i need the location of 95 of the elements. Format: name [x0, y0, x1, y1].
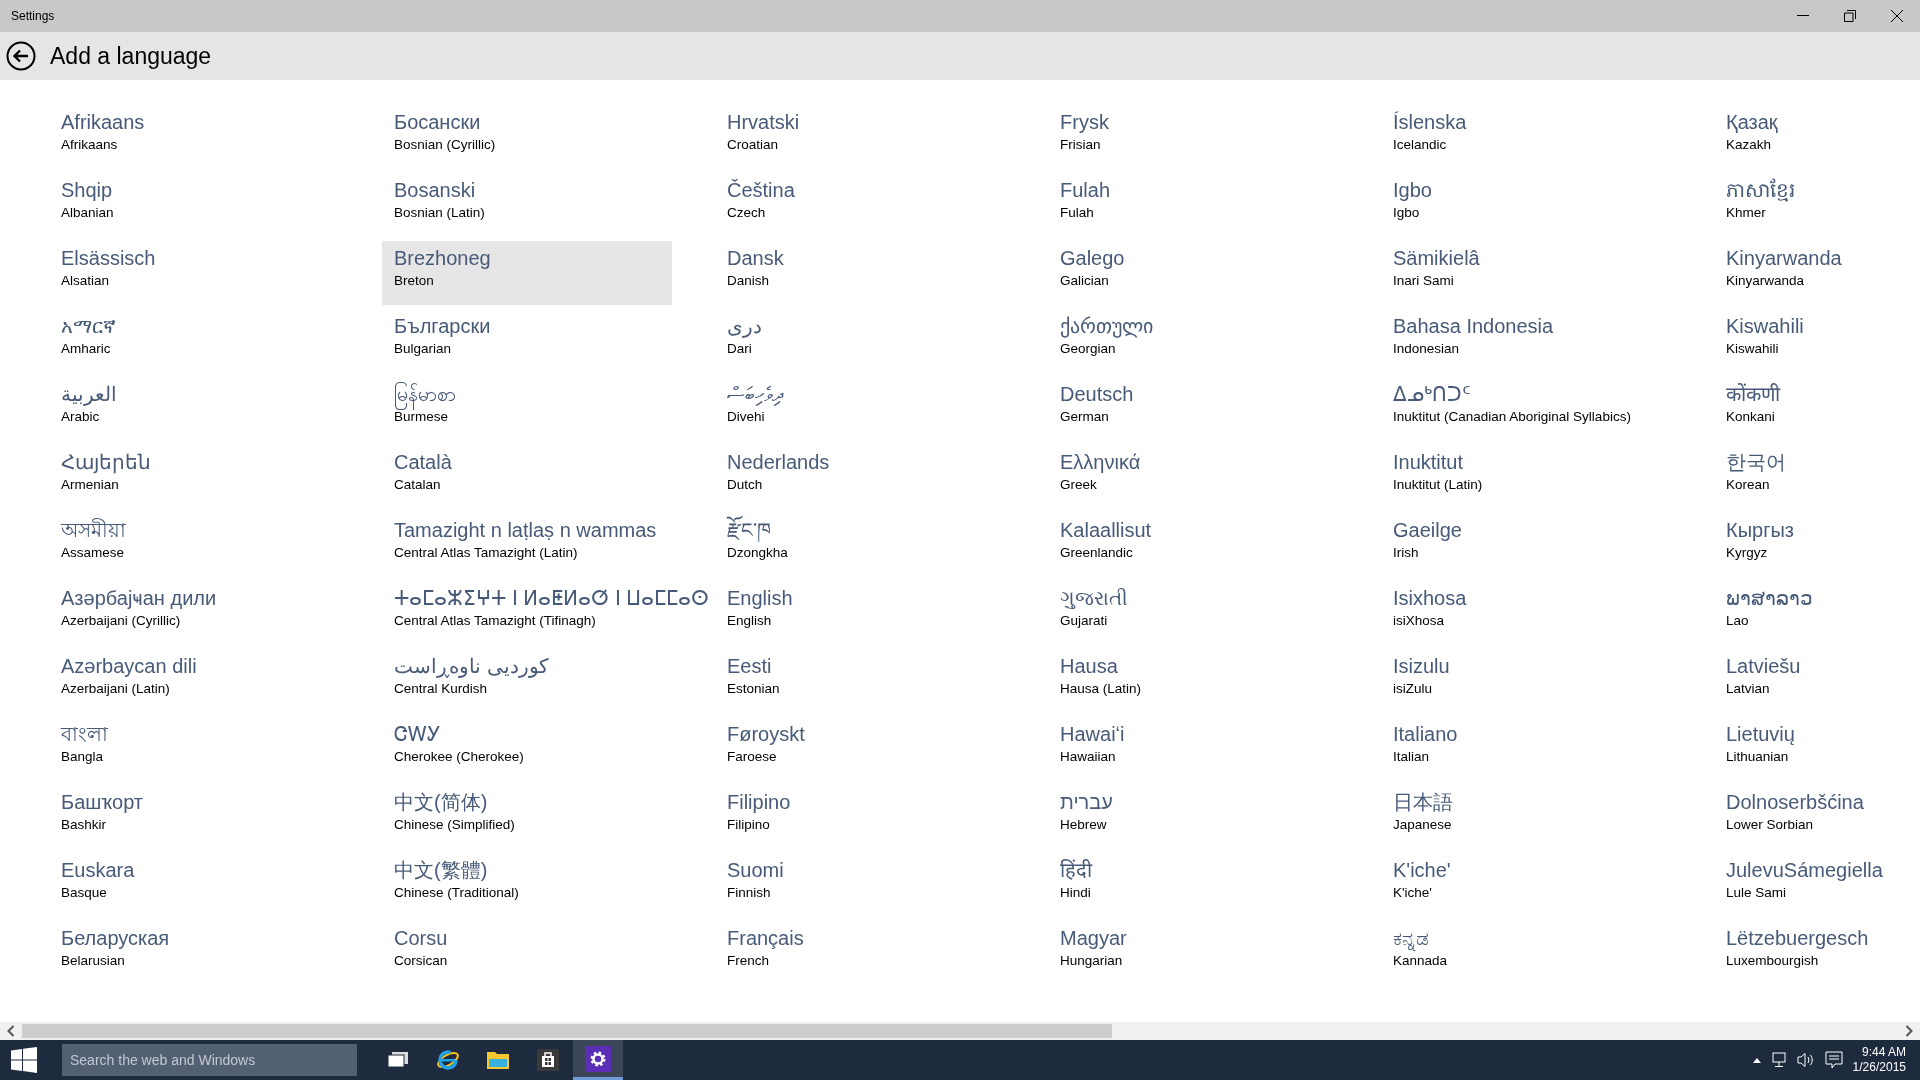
date-text: 1/26/2015	[1852, 1060, 1906, 1075]
language-item[interactable]: ಕನ್ನಡ Kannada	[1381, 921, 1671, 985]
chevron-right-icon	[1905, 1025, 1913, 1037]
language-item[interactable]: Български Bulgarian	[382, 309, 672, 373]
language-item[interactable]: Elsässisch Alsatian	[49, 241, 339, 305]
time-text: 9:44 AM	[1861, 1045, 1906, 1060]
network-icon[interactable]	[1770, 1052, 1787, 1068]
scrollbar-thumb[interactable]	[22, 1024, 1112, 1038]
language-item[interactable]: Ελληνικά Greek	[1048, 445, 1338, 509]
language-item[interactable]: Brezhoneg Breton	[382, 241, 672, 305]
language-item[interactable]: Nederlands Dutch	[715, 445, 1005, 509]
language-item[interactable]: 中文(简体) Chinese (Simplified)	[382, 785, 672, 849]
language-item[interactable]: རྫོང་ཁ Dzongkha	[715, 513, 1005, 577]
language-item[interactable]: Latviešu Latvian	[1714, 649, 1920, 713]
language-item[interactable]: Čeština Czech	[715, 173, 1005, 237]
language-item[interactable]: Gaeilge Irish	[1381, 513, 1671, 577]
language-item[interactable]: বাংলা Bangla	[49, 717, 339, 781]
windows-logo-icon	[11, 1047, 37, 1073]
restore-icon	[1843, 10, 1856, 22]
close-icon	[1890, 10, 1903, 22]
language-item[interactable]: ᐃᓄᒃᑎᑐᑦ Inuktitut (Canadian Aboriginal Syllabics)	[1381, 377, 1671, 441]
language-item[interactable]: Français French	[715, 921, 1005, 985]
language-item[interactable]: 中文(繁體) Chinese (Traditional)	[382, 853, 672, 917]
language-item[interactable]: Isizulu isiZulu	[1381, 649, 1671, 713]
language-item[interactable]: Azərbaycan dili Azerbaijani (Latin)	[49, 649, 339, 713]
language-item[interactable]: Galego Galician	[1048, 241, 1338, 305]
language-item[interactable]: Italiano Italian	[1381, 717, 1671, 781]
language-item[interactable]: Kinyarwanda Kinyarwanda	[1714, 241, 1920, 305]
language-item[interactable]: Dansk Danish	[715, 241, 1005, 305]
language-item[interactable]: Corsu Corsican	[382, 921, 672, 985]
language-item[interactable]: हिंदी Hindi	[1048, 853, 1338, 917]
language-item[interactable]: ພາສາລາວ Lao	[1714, 581, 1920, 645]
language-item[interactable]: Sämikielâ Inari Sami	[1381, 241, 1671, 305]
speaker-icon[interactable]	[1796, 1052, 1815, 1068]
language-item[interactable]: ភាសាខ្មែរ Khmer	[1714, 173, 1920, 237]
language-item[interactable]: ગુજરાતી Gujarati	[1048, 581, 1338, 645]
language-item[interactable]: कोंकणी Konkani	[1714, 377, 1920, 441]
language-item[interactable]: Lëtzebuergesch Luxembourgish	[1714, 921, 1920, 985]
e-logo-icon	[436, 1048, 460, 1072]
language-item[interactable]: ᏣᎳᎩ Cherokee (Cherokee)	[382, 717, 672, 781]
language-item[interactable]: Fulah Fulah	[1048, 173, 1338, 237]
language-item[interactable]: Башҡорт Bashkir	[49, 785, 339, 849]
language-item[interactable]: Íslenska Icelandic	[1381, 105, 1671, 169]
minimize-icon	[1796, 15, 1809, 17]
language-item[interactable]: Kalaallisut Greenlandic	[1048, 513, 1338, 577]
folder-icon	[486, 1050, 510, 1070]
language-item[interactable]: Inuktitut Inuktitut (Latin)	[1381, 445, 1671, 509]
language-item[interactable]: Lietuvių Lithuanian	[1714, 717, 1920, 781]
language-item[interactable]: Босански Bosnian (Cyrillic)	[382, 105, 672, 169]
back-button[interactable]	[6, 41, 36, 71]
language-item[interactable]: မြန်မာစာ Burmese	[382, 377, 672, 441]
language-item[interactable]: অসমীয়া Assamese	[49, 513, 339, 577]
language-item[interactable]: Қазақ Kazakh	[1714, 105, 1920, 169]
language-item[interactable]: Dolnoserbšćina Lower Sorbian	[1714, 785, 1920, 849]
language-item[interactable]: 日本語 Japanese	[1381, 785, 1671, 849]
language-item[interactable]: Magyar Hungarian	[1048, 921, 1338, 985]
language-item[interactable]: Frysk Frisian	[1048, 105, 1338, 169]
settings-app-button[interactable]	[573, 1040, 623, 1080]
page-title: Add a language	[50, 42, 212, 70]
language-item[interactable]: JulevuSámegiella Lule Sami	[1714, 853, 1920, 917]
search-field[interactable]: Search the web and Windows	[62, 1044, 357, 1076]
language-item[interactable]: Hrvatski Croatian	[715, 105, 1005, 169]
message-icon[interactable]	[1824, 1051, 1843, 1069]
language-item[interactable]: Кыргыз Kyrgyz	[1714, 513, 1920, 577]
language-item[interactable]: 한국어 Korean	[1714, 445, 1920, 509]
language-item[interactable]: Hausa Hausa (Latin)	[1048, 649, 1338, 713]
clock[interactable]: 9:44 AM 1/26/2015	[1852, 1045, 1906, 1075]
language-item[interactable]: Bosanski Bosnian (Latin)	[382, 173, 672, 237]
language-item[interactable]: Filipino Filipino	[715, 785, 1005, 849]
language-item[interactable]: Català Catalan	[382, 445, 672, 509]
language-item[interactable]: Беларуская Belarusian	[49, 921, 339, 985]
language-item[interactable]: Igbo Igbo	[1381, 173, 1671, 237]
language-item[interactable]: Shqip Albanian	[49, 173, 339, 237]
language-item[interactable]: Tamazight n laṭlaṣ n wammas Central Atlas Tamazight (Latin)	[382, 513, 672, 577]
language-item[interactable]: Deutsch German	[1048, 377, 1338, 441]
language-item[interactable]: Suomi Finnish	[715, 853, 1005, 917]
show-hidden-icons-button[interactable]	[1752, 1057, 1761, 1063]
language-item[interactable]: Հայերեն Armenian	[49, 445, 339, 509]
language-item[interactable]: Afrikaans Afrikaans	[49, 105, 339, 169]
language-item[interactable]: Азәрбајҹан дили Azerbaijani (Cyrillic)	[49, 581, 339, 645]
window-title: Settings	[10, 9, 55, 23]
windows-stack-icon	[387, 1051, 409, 1069]
gear-icon	[585, 1045, 611, 1072]
language-item[interactable]: Bahasa Indonesia Indonesian	[1381, 309, 1671, 373]
chevron-left-icon	[7, 1025, 15, 1037]
language-item[interactable]: Hawaiʻi Hawaiian	[1048, 717, 1338, 781]
language-item[interactable]: Kiswahili Kiswahili	[1714, 309, 1920, 373]
language-item[interactable]: K'iche' K'iche'	[1381, 853, 1671, 917]
language-item[interactable]: Eesti Estonian	[715, 649, 1005, 713]
language-item[interactable]: ქართული Georgian	[1048, 309, 1338, 373]
shopping-bag-icon	[537, 1049, 559, 1071]
language-item[interactable]: Isixhosa isiXhosa	[1381, 581, 1671, 645]
language-item[interactable]: Føroyskt Faroese	[715, 717, 1005, 781]
language-item[interactable]: አማርኛ Amharic	[49, 309, 339, 373]
language-item[interactable]: Euskara Basque	[49, 853, 339, 917]
